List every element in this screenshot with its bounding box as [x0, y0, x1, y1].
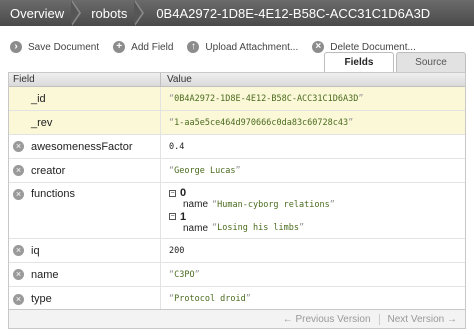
collapse-toggle-icon[interactable]: − — [169, 189, 176, 197]
nested-value[interactable]: Human-cyborg relations — [212, 200, 335, 210]
tab-fields[interactable]: Fields — [324, 52, 394, 72]
upload-attachment-button[interactable]: ↑ Upload Attachment... — [187, 41, 298, 53]
collapse-toggle-icon[interactable]: − — [169, 213, 176, 220]
previous-version-link[interactable]: ← Previous Version — [275, 314, 379, 325]
array-index: 1 — [180, 210, 187, 223]
delete-field-icon[interactable]: × — [13, 189, 24, 200]
plus-icon: + — [113, 41, 126, 53]
field-value-cell[interactable]: 0.4 — [161, 135, 465, 158]
breadcrumb: Overview robots 0B4A2972-1D8E-4E12-B58C-… — [0, 0, 474, 26]
field-name: awesomenessFactor — [31, 140, 133, 153]
delete-field-icon[interactable]: × — [13, 165, 24, 176]
breadcrumb-separator — [134, 0, 145, 26]
view-tabs: Fields Source — [324, 52, 466, 72]
tab-source[interactable]: Source — [396, 52, 466, 72]
field-name: creator — [31, 164, 66, 177]
field-name-cell[interactable]: × name — [9, 263, 161, 286]
delete-field-icon[interactable]: × — [13, 245, 24, 256]
breadcrumb-separator — [71, 0, 82, 26]
table-row: _id 0B4A2972-1D8E-4E12-B58C-ACC31C1D6A3D — [9, 87, 465, 111]
field-name: functions — [31, 188, 76, 200]
table-row: × name C3PO — [9, 263, 465, 287]
field-value-cell[interactable]: 200 — [161, 239, 465, 262]
field-name-cell[interactable]: × iq — [9, 239, 161, 262]
field-name: _rev — [31, 116, 53, 129]
field-name: iq — [31, 244, 40, 257]
field-name-cell[interactable]: × awesomenessFactor — [9, 135, 161, 158]
nested-key: name — [183, 199, 209, 211]
nested-value[interactable]: Losing his limbs — [212, 223, 304, 233]
table-row: × awesomenessFactor 0.4 — [9, 135, 465, 159]
array-index: 0 — [180, 187, 187, 199]
table-row: × creator George Lucas — [9, 159, 465, 183]
add-field-button[interactable]: + Add Field — [113, 41, 173, 53]
field-value: 0B4A2972-1D8E-4E12-B58C-ACC31C1D6A3D — [169, 94, 363, 104]
upload-icon: ↑ — [187, 41, 200, 53]
field-value: Protocol droid — [169, 294, 251, 304]
field-name-cell: _rev — [9, 111, 161, 134]
breadcrumb-database[interactable]: robots — [81, 0, 135, 26]
header-field: Field — [9, 73, 161, 86]
table-row: × type Protocol droid — [9, 287, 465, 311]
delete-field-icon[interactable]: × — [13, 141, 24, 152]
field-name: name — [31, 268, 59, 281]
version-navigation: ← Previous Version Next Version → — [8, 309, 466, 329]
delete-field-icon[interactable]: × — [13, 293, 24, 305]
table-row: × functions − 0 name Human-cyborg relati… — [9, 183, 465, 239]
add-field-label: Add Field — [131, 41, 174, 53]
save-icon: › — [10, 41, 22, 53]
breadcrumb-document-id: 0B4A2972-1D8E-4E12-B58C-ACC31C1D6A3D — [156, 5, 431, 21]
delete-document-label: Delete Document... — [330, 41, 416, 53]
field-value-cell[interactable]: − 0 name Human-cyborg relations − 1 name… — [161, 183, 465, 238]
field-value-cell[interactable]: C3PO — [161, 263, 465, 286]
field-name-cell[interactable]: × type — [9, 287, 161, 311]
delete-field-icon[interactable]: × — [13, 269, 24, 280]
fields-table: Field Value _id 0B4A2972-1D8E-4E12-B58C-… — [8, 72, 466, 312]
save-document-label: Save Document — [28, 41, 100, 53]
field-name-cell[interactable]: × creator — [9, 159, 161, 182]
nested-field: name Human-cyborg relations — [169, 199, 335, 211]
next-version-link[interactable]: Next Version → — [378, 313, 465, 325]
breadcrumb-overview[interactable]: Overview — [0, 0, 72, 26]
table-header: Field Value — [9, 73, 465, 87]
header-value: Value — [167, 74, 192, 85]
field-value-cell[interactable]: 0B4A2972-1D8E-4E12-B58C-ACC31C1D6A3D — [161, 87, 465, 110]
array-item: − 0 — [169, 187, 186, 199]
upload-attachment-label: Upload Attachment... — [205, 41, 299, 53]
table-row: _rev 1-aa5e5ce464d970666c0da83c60728c43 — [9, 111, 465, 135]
field-value-cell[interactable]: George Lucas — [161, 159, 465, 182]
nested-key: name — [183, 222, 209, 234]
field-value: 200 — [169, 245, 185, 256]
save-document-button[interactable]: › Save Document — [10, 41, 99, 53]
field-value: C3PO — [169, 270, 200, 280]
field-name-cell[interactable]: × functions — [9, 183, 161, 238]
field-value: 0.4 — [169, 141, 185, 152]
nested-field: name Losing his limbs — [169, 223, 304, 235]
array-item: − 1 — [169, 211, 186, 223]
field-name: _id — [31, 92, 46, 105]
field-value: George Lucas — [169, 166, 241, 176]
table-row: × iq 200 — [9, 239, 465, 263]
field-value: 1-aa5e5ce464d970666c0da83c60728c43 — [169, 118, 353, 128]
field-value-cell[interactable]: 1-aa5e5ce464d970666c0da83c60728c43 — [161, 111, 465, 134]
field-value-cell[interactable]: Protocol droid — [161, 287, 465, 311]
delete-icon: × — [312, 41, 325, 53]
field-name-cell: _id — [9, 87, 161, 110]
field-name: type — [31, 293, 52, 305]
